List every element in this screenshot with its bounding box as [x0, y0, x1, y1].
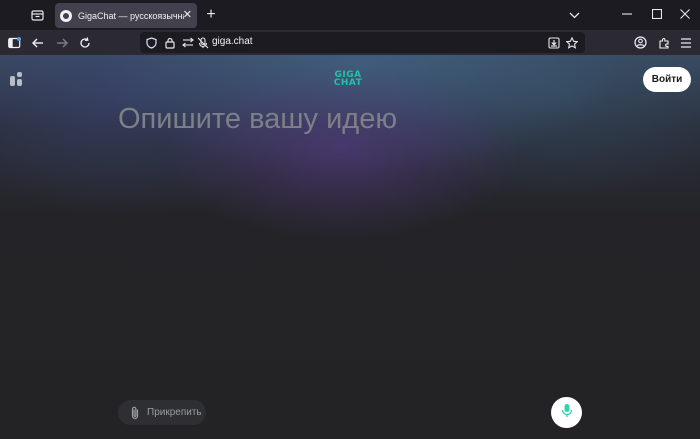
list-all-tabs-icon[interactable] [566, 7, 582, 23]
extensions-puzzle-icon[interactable] [656, 35, 671, 50]
voice-input-button[interactable] [551, 397, 582, 428]
back-arrow-icon[interactable] [30, 35, 45, 50]
tab-title: GigaChat — русскоязычная нейр [78, 10, 184, 21]
tab-gigachat[interactable]: GigaChat — русскоязычная нейр ✕ [55, 3, 197, 28]
lock-icon[interactable] [163, 36, 176, 49]
navigation-toolbar: giga.chat [0, 30, 700, 55]
reload-icon[interactable] [77, 35, 92, 50]
microphone-blocked-icon[interactable] [196, 36, 209, 49]
permissions-icon[interactable] [181, 36, 194, 49]
prompt-input[interactable]: Опишите вашу идею [118, 103, 397, 136]
gigachat-logo[interactable]: GIGA CHAT [320, 71, 376, 89]
logo-text-bottom: CHAT [333, 78, 363, 88]
tab-strip: GigaChat — русскоязычная нейр ✕ + [0, 0, 700, 30]
attach-label: Прикрепить [147, 407, 202, 418]
sidebar-toggle-icon[interactable] [10, 72, 23, 86]
save-to-pocket-download-icon[interactable] [547, 36, 560, 49]
gigachat-favicon-icon [60, 9, 72, 22]
firefox-view-icon[interactable] [29, 7, 45, 23]
app-menu-hamburger-icon[interactable] [678, 35, 693, 50]
login-button[interactable]: Войти [643, 67, 691, 92]
paperclip-icon [128, 406, 142, 420]
bookmark-star-icon[interactable] [565, 36, 578, 49]
tab-close-icon[interactable]: ✕ [183, 8, 192, 22]
account-sync-icon[interactable] [633, 35, 648, 50]
forward-arrow-icon[interactable] [54, 35, 69, 50]
minimize-button[interactable] [622, 8, 632, 22]
new-tab-button[interactable]: + [203, 6, 219, 23]
address-bar[interactable]: giga.chat [140, 32, 585, 53]
sidebar-icon[interactable] [7, 35, 22, 50]
close-window-button[interactable] [680, 8, 690, 22]
browser-window: GigaChat — русскоязычная нейр ✕ + [0, 0, 700, 439]
tracking-protection-shield-icon[interactable] [145, 36, 158, 49]
maximize-button[interactable] [651, 8, 663, 22]
gigachat-page: GIGA CHAT Войти Опишите вашу идею Прикре… [0, 55, 700, 439]
microphone-icon [561, 403, 573, 423]
url-text[interactable]: giga.chat [212, 36, 253, 47]
attach-button[interactable]: Прикрепить [118, 400, 206, 425]
